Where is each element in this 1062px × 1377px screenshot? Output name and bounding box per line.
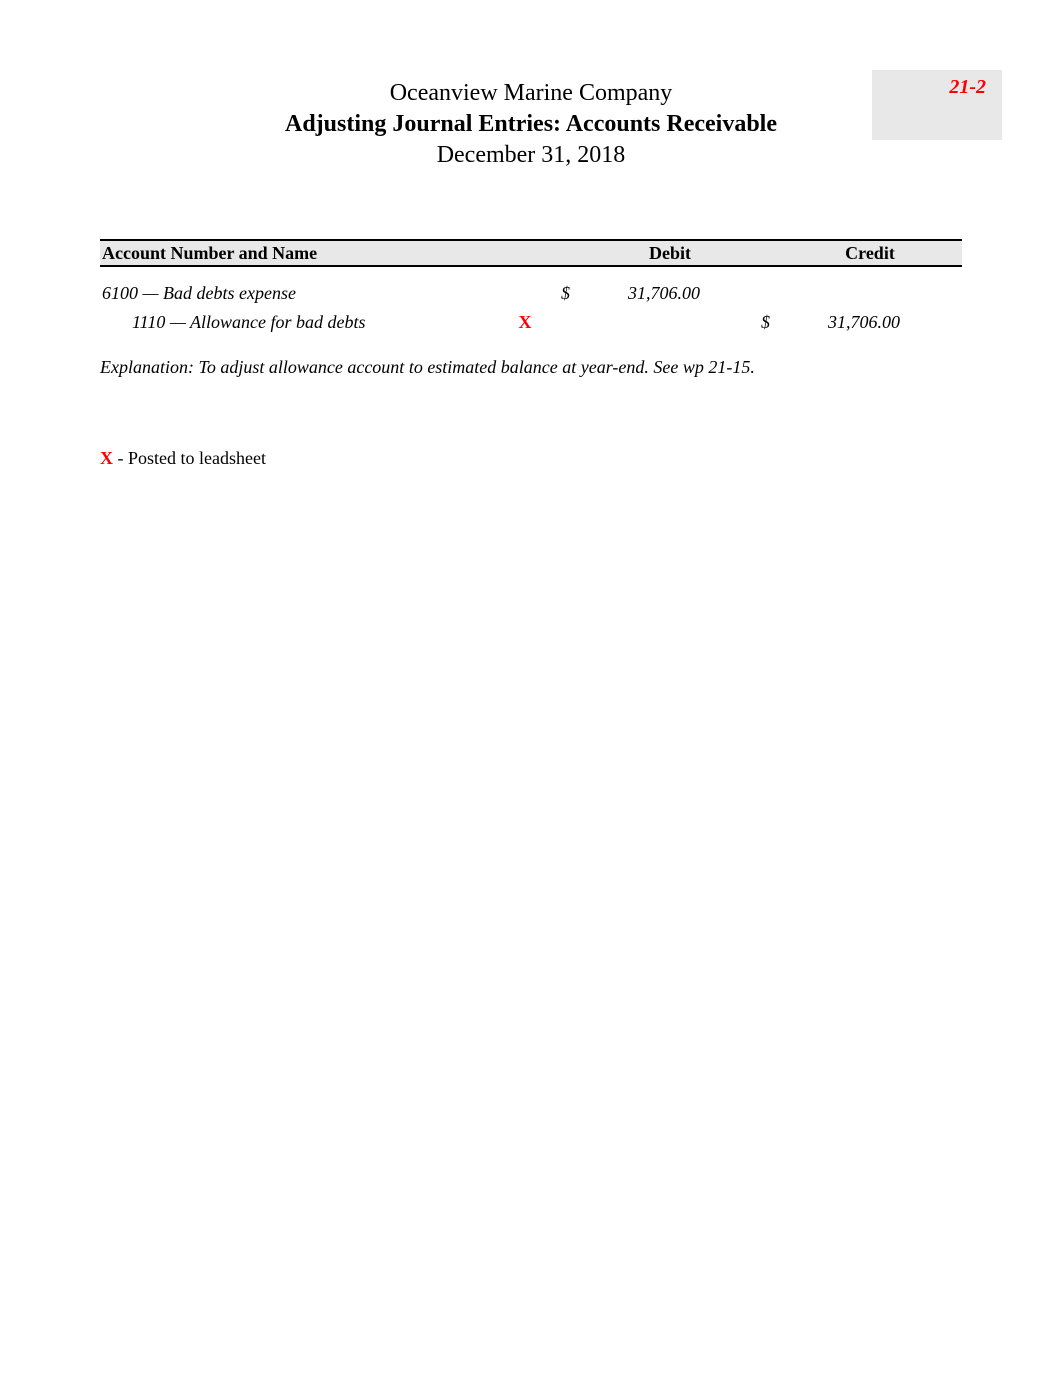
report-title: Adjusting Journal Entries: Accounts Rece… [100,111,962,138]
table-body: 6100 — Bad debts expense $ 31,706.00 111… [100,267,962,337]
column-header-debit: Debit [570,243,770,264]
credit-currency-symbol: $ [740,308,770,337]
account-name-cell: 6100 — Bad debts expense [100,279,510,308]
credit-amount: 31,706.00 [770,308,910,337]
legend: X - Posted to leadsheet [100,448,962,469]
journal-entries-table: Account Number and Name Debit Credit 610… [100,239,962,337]
page-reference: 21-2 [949,76,986,99]
account-name-cell: 1110 — Allowance for bad debts [100,308,510,337]
column-header-account: Account Number and Name [100,243,570,264]
legend-text: - Posted to leadsheet [113,448,266,468]
tick-mark-cell: X [510,308,540,337]
table-header-row: Account Number and Name Debit Credit [100,239,962,267]
table-row: 6100 — Bad debts expense $ 31,706.00 [100,279,962,308]
document-header: Oceanview Marine Company Adjusting Journ… [100,80,962,169]
column-header-credit: Credit [770,243,970,264]
debit-currency-symbol: $ [540,279,570,308]
table-row: 1110 — Allowance for bad debts X $ 31,70… [100,308,962,337]
report-date: December 31, 2018 [100,142,962,169]
header-titles: Oceanview Marine Company Adjusting Journ… [100,80,962,169]
company-name: Oceanview Marine Company [100,80,962,107]
debit-amount: 31,706.00 [570,279,710,308]
legend-mark: X [100,448,113,468]
page-reference-box: 21-2 [872,70,1002,140]
explanation-text: Explanation: To adjust allowance account… [100,357,962,378]
